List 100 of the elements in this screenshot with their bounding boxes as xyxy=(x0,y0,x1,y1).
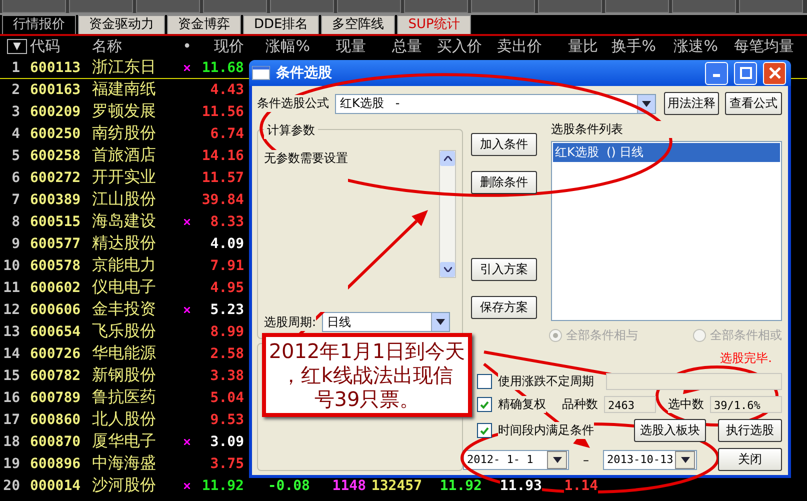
row-number: 19 xyxy=(2,456,21,472)
callout-note: 2012年1月1日到今天 ，红k线战法出现信 号39只票。 xyxy=(262,333,472,417)
stock-code: 600782 xyxy=(30,368,82,384)
price-cell: 4.43 xyxy=(210,82,244,98)
row-number: 13 xyxy=(2,324,21,340)
row-number: 1 xyxy=(10,60,21,76)
row-number: 18 xyxy=(2,434,21,450)
price-cell: 9.53 xyxy=(210,412,244,428)
stock-name: 精达股份 xyxy=(92,233,157,254)
price-cell: 5.23 xyxy=(210,302,244,318)
row-number: 4 xyxy=(10,126,21,142)
row-number: 20 xyxy=(2,478,21,494)
stock-code: 600515 xyxy=(30,214,82,230)
price-cell: 14.16 xyxy=(202,148,244,164)
stock-code: 600654 xyxy=(30,324,82,340)
table-cell: -0.08 xyxy=(268,478,310,494)
row-number: 16 xyxy=(2,390,21,406)
row-number: 8 xyxy=(10,214,21,230)
price-cell: 11.56 xyxy=(202,104,244,120)
stat-field: 2463 xyxy=(604,396,656,413)
row-number: 6 xyxy=(10,170,21,186)
stock-name: 华电能源 xyxy=(92,343,157,364)
checkbox-label: 使用涨跌不定周期 xyxy=(498,373,594,390)
radio-label: 全部条件相或 xyxy=(710,327,782,344)
stock-code: 600726 xyxy=(30,346,82,362)
price-cell: 2.58 xyxy=(210,346,244,362)
checkbox-label: 精确复权 xyxy=(498,396,546,413)
stock-name: 开开实业 xyxy=(92,167,157,188)
stock-code: 600896 xyxy=(30,456,82,472)
row-number: 9 xyxy=(10,236,21,252)
stock-code: 000014 xyxy=(30,478,82,494)
price-cell: 3.09 xyxy=(210,434,244,450)
stock-code: 600789 xyxy=(30,390,82,406)
stock-code: 600389 xyxy=(30,192,82,208)
row-number: 11 xyxy=(2,280,21,296)
status-message: 选股完毕. xyxy=(720,350,772,367)
price-cell: 4.09 xyxy=(210,236,244,252)
dialog-title: 条件选股 xyxy=(276,64,333,82)
row-number: 7 xyxy=(10,192,21,208)
stock-name: 鲁抗医药 xyxy=(92,387,157,408)
stock-name: 江山股份 xyxy=(92,189,157,210)
stock-name: 沙河股份 xyxy=(92,475,157,496)
row-number: 14 xyxy=(2,346,21,362)
stock-name: 京能电力 xyxy=(92,255,157,276)
stock-code: 600163 xyxy=(30,82,82,98)
stock-name: 首旅酒店 xyxy=(92,145,157,166)
stock-name: 金丰投资 xyxy=(92,299,157,320)
price-cell: 3.75 xyxy=(210,456,244,472)
table-cell: 11.92 xyxy=(440,478,482,494)
price-cell: 8.33 xyxy=(210,214,244,230)
stock-name: 北人股份 xyxy=(92,409,157,430)
table-cell: 1.14 xyxy=(564,478,598,494)
stock-name: 中海海盛 xyxy=(92,453,157,474)
row-number: 10 xyxy=(2,258,21,274)
stock-name: 新钢股份 xyxy=(92,365,157,386)
stock-code: 600577 xyxy=(30,236,82,252)
price-cell: 8.99 xyxy=(210,324,244,340)
price-cell: 39.84 xyxy=(202,192,244,208)
stock-name: 浙江东日 xyxy=(92,57,157,78)
price-cell: 4.95 xyxy=(210,280,244,296)
stock-code: 600602 xyxy=(30,280,82,296)
table-cell: 11.93 xyxy=(500,478,542,494)
stock-name: 福建南纸 xyxy=(92,79,157,100)
stock-name: 仪电电子 xyxy=(92,277,157,298)
group-title: 计算参数 xyxy=(264,122,318,139)
stock-code: 600113 xyxy=(30,60,82,76)
stat-field: 39/1.6% xyxy=(710,396,782,413)
stock-code: 600870 xyxy=(30,434,82,450)
price-cell: 11.92 xyxy=(202,478,244,494)
table-cell: 132457 xyxy=(371,478,422,494)
stock-code: 600272 xyxy=(30,170,82,186)
row-number: 15 xyxy=(2,368,21,384)
price-cell: 6.74 xyxy=(210,126,244,142)
row-number: 2 xyxy=(10,82,21,98)
stock-name: 厦华电子 xyxy=(92,431,157,452)
period-label: 选股周期: xyxy=(264,314,316,330)
price-cell: 11.57 xyxy=(202,170,244,186)
row-number: 17 xyxy=(2,412,21,428)
formula-label: 条件选股公式 xyxy=(257,95,329,112)
stock-code: 600860 xyxy=(30,412,82,428)
table-cell: 1148 xyxy=(332,478,366,494)
row-number: 3 xyxy=(10,104,21,120)
params-message: 无参数需要设置 xyxy=(264,150,348,312)
stock-code: 600578 xyxy=(30,258,82,274)
radio-label: 全部条件相与 xyxy=(566,327,638,344)
stock-code: 600258 xyxy=(30,148,82,164)
checkbox-label: 时间段内满足条件 xyxy=(498,422,594,439)
stock-code: 600606 xyxy=(30,302,82,318)
stock-name: 南纺股份 xyxy=(92,123,157,144)
price-cell: 7.91 xyxy=(210,258,244,274)
price-cell: 3.38 xyxy=(210,368,244,384)
stock-code: 600250 xyxy=(30,126,82,142)
row-number: 5 xyxy=(10,148,21,164)
row-number: 12 xyxy=(2,302,21,318)
stock-name: 罗顿发展 xyxy=(92,101,157,122)
price-cell: 5.04 xyxy=(210,390,244,406)
stat-label: 选中数 xyxy=(668,396,704,413)
stat-label: 品种数 xyxy=(562,396,598,413)
stock-code: 600209 xyxy=(30,104,82,120)
stock-name: 海岛建设 xyxy=(92,211,157,232)
